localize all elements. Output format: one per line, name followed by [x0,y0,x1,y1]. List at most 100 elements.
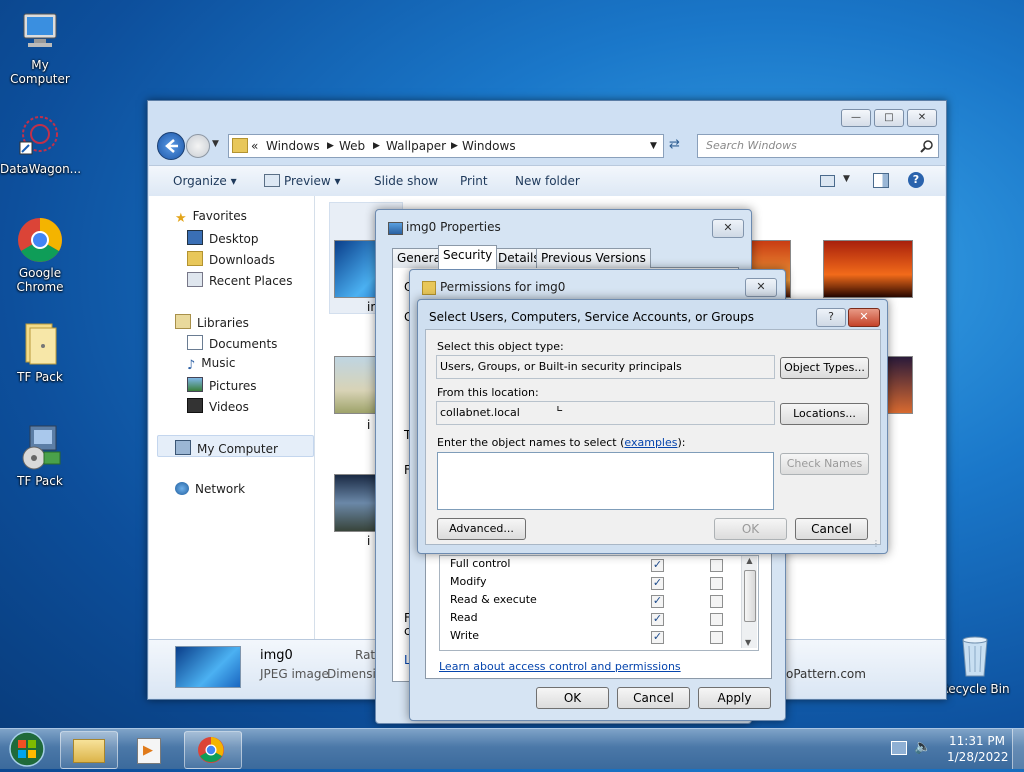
permissions-close-button[interactable]: ✕ [745,278,777,297]
desktop-icon-tf-pack-folder[interactable]: TF Pack [0,320,80,384]
explorer-folder-icon [73,739,105,763]
tab-previous-versions[interactable]: Previous Versions [536,248,651,268]
deny-checkbox[interactable] [710,631,723,644]
select-cancel-button[interactable]: Cancel [795,518,868,540]
object-names-label-prefix: Enter the object names to select ( [437,436,625,449]
search-input[interactable]: Search Windows [697,134,939,158]
deny-checkbox[interactable] [710,577,723,590]
tab-security[interactable]: Security [438,245,498,269]
nav-pictures[interactable]: Pictures [187,377,257,393]
dialog-close-button[interactable]: ✕ [848,308,880,327]
desktop-icon-chrome[interactable]: Google Chrome [0,216,80,294]
permissions-apply-button[interactable]: Apply [698,687,771,709]
nav-documents[interactable]: Documents [187,335,277,351]
desktop-icon-my-computer[interactable]: My Computer [0,8,80,86]
desktop-icon-datawagon[interactable]: DataWagon... [0,112,81,176]
print-button[interactable]: Print [460,174,488,188]
scroll-up-icon[interactable]: ▲ [742,556,757,565]
show-desktop-button[interactable] [1012,729,1024,769]
taskbar-chrome-button[interactable] [184,731,242,769]
dialog-help-button[interactable]: ? [816,308,846,327]
object-names-label-suffix: ): [677,436,686,449]
change-view-icon[interactable] [820,175,835,187]
back-button[interactable] [157,132,185,160]
minimize-button[interactable]: — [841,109,871,127]
allow-checkbox[interactable]: ✓ [651,613,664,626]
slideshow-button[interactable]: Slide show [374,174,438,188]
taskbar-explorer-button[interactable] [60,731,118,769]
clock-time[interactable]: 11:31 PM [949,734,1005,748]
desktop-icon-tf-pack-installer[interactable]: TF Pack [0,424,80,488]
object-names-input[interactable] [437,452,774,510]
learn-permissions-link[interactable]: Learn about access control and permissio… [439,660,681,673]
scroll-down-icon[interactable]: ▼ [745,638,751,647]
properties-close-button[interactable]: ✕ [712,219,744,238]
preview-pane-icon[interactable] [873,173,889,188]
thumbnail-power-lines[interactable] [823,240,913,298]
forward-button[interactable] [186,134,210,158]
address-bar[interactable]: « Windows ▶ Web ▶ Wallpaper ▶ Windows ▼ [228,134,664,158]
object-type-field: Users, Groups, or Built-in security prin… [436,355,775,379]
recent-places-icon [187,272,203,287]
nav-libraries[interactable]: Libraries [175,314,249,330]
scroll-thumb[interactable] [744,570,756,622]
check-names-button[interactable]: Check Names [780,453,869,475]
breadcrumb-windows-2[interactable]: Windows [462,139,516,153]
object-types-button[interactable]: Object Types... [780,357,869,379]
taskbar-media-player-button[interactable]: ▶ [122,731,180,769]
resize-grip-icon[interactable]: ⋮ [872,539,880,548]
organize-label: Organize [173,174,227,188]
permissions-cancel-button[interactable]: Cancel [617,687,690,709]
allow-checkbox[interactable]: ✓ [651,559,664,572]
select-ok-button[interactable]: OK [714,518,787,540]
nav-favorites[interactable]: ★ Favorites [175,209,247,226]
desktop-icon-recycle-bin[interactable]: Recycle Bin [935,632,1015,696]
nav-music[interactable]: ♪ Music [187,356,235,373]
documents-icon [187,335,203,350]
new-folder-button[interactable]: New folder [515,174,580,188]
address-dropdown-icon[interactable]: ▼ [650,141,657,151]
history-dropdown-icon[interactable]: ▼ [212,139,219,149]
refresh-icon[interactable]: ⇄ [669,137,680,152]
nav-desktop[interactable]: Desktop [187,230,259,246]
advanced-button[interactable]: Advanced... [437,518,526,540]
start-button[interactable] [6,729,48,769]
nav-my-computer[interactable]: My Computer [175,440,278,456]
volume-tray-icon[interactable]: 🔈 [914,739,931,755]
nav-network[interactable]: Network [175,482,245,496]
nav-recent-places[interactable]: Recent Places [187,272,292,288]
permissions-ok-button[interactable]: OK [536,687,609,709]
allow-checkbox[interactable]: ✓ [651,577,664,590]
nav-libraries-label: Libraries [197,316,249,330]
selected-file-thumbnail [175,646,241,688]
breadcrumb-web[interactable]: Web [339,139,365,153]
deny-checkbox[interactable] [710,595,723,608]
network-tray-icon[interactable] [891,741,907,755]
allow-checkbox[interactable]: ✓ [651,631,664,644]
allow-checkbox[interactable]: ✓ [651,595,664,608]
maximize-button[interactable]: □ [874,109,904,127]
close-button[interactable]: ✕ [907,109,937,127]
permissions-scrollbar[interactable]: ▲ ▼ [741,556,757,648]
pictures-icon [187,377,203,392]
help-icon[interactable]: ? [908,172,924,188]
desktop-icon [187,230,203,245]
examples-link[interactable]: examples [624,436,677,449]
nav-downloads[interactable]: Downloads [187,251,275,267]
deny-checkbox[interactable] [710,613,723,626]
breadcrumb-wallpaper[interactable]: Wallpaper [386,139,446,153]
select-users-title: Select Users, Computers, Service Account… [429,310,754,324]
preview-button[interactable]: Preview ▾ [264,174,341,188]
clock-date[interactable]: 1/28/2022 [947,750,1009,764]
nav-pictures-label: Pictures [209,379,257,393]
breadcrumb-chevrons[interactable]: « [251,139,258,153]
search-icon[interactable] [920,139,934,153]
breadcrumb-windows[interactable]: Windows [266,139,320,153]
nav-videos[interactable]: Videos [187,398,249,414]
deny-checkbox[interactable] [710,559,723,572]
organize-button[interactable]: Organize ▾ [173,174,237,188]
locations-button[interactable]: Locations... [780,403,869,425]
location-label: From this location: [437,386,539,399]
view-dropdown-icon[interactable]: ▼ [843,174,850,184]
selected-file-type: JPEG image [260,667,329,681]
